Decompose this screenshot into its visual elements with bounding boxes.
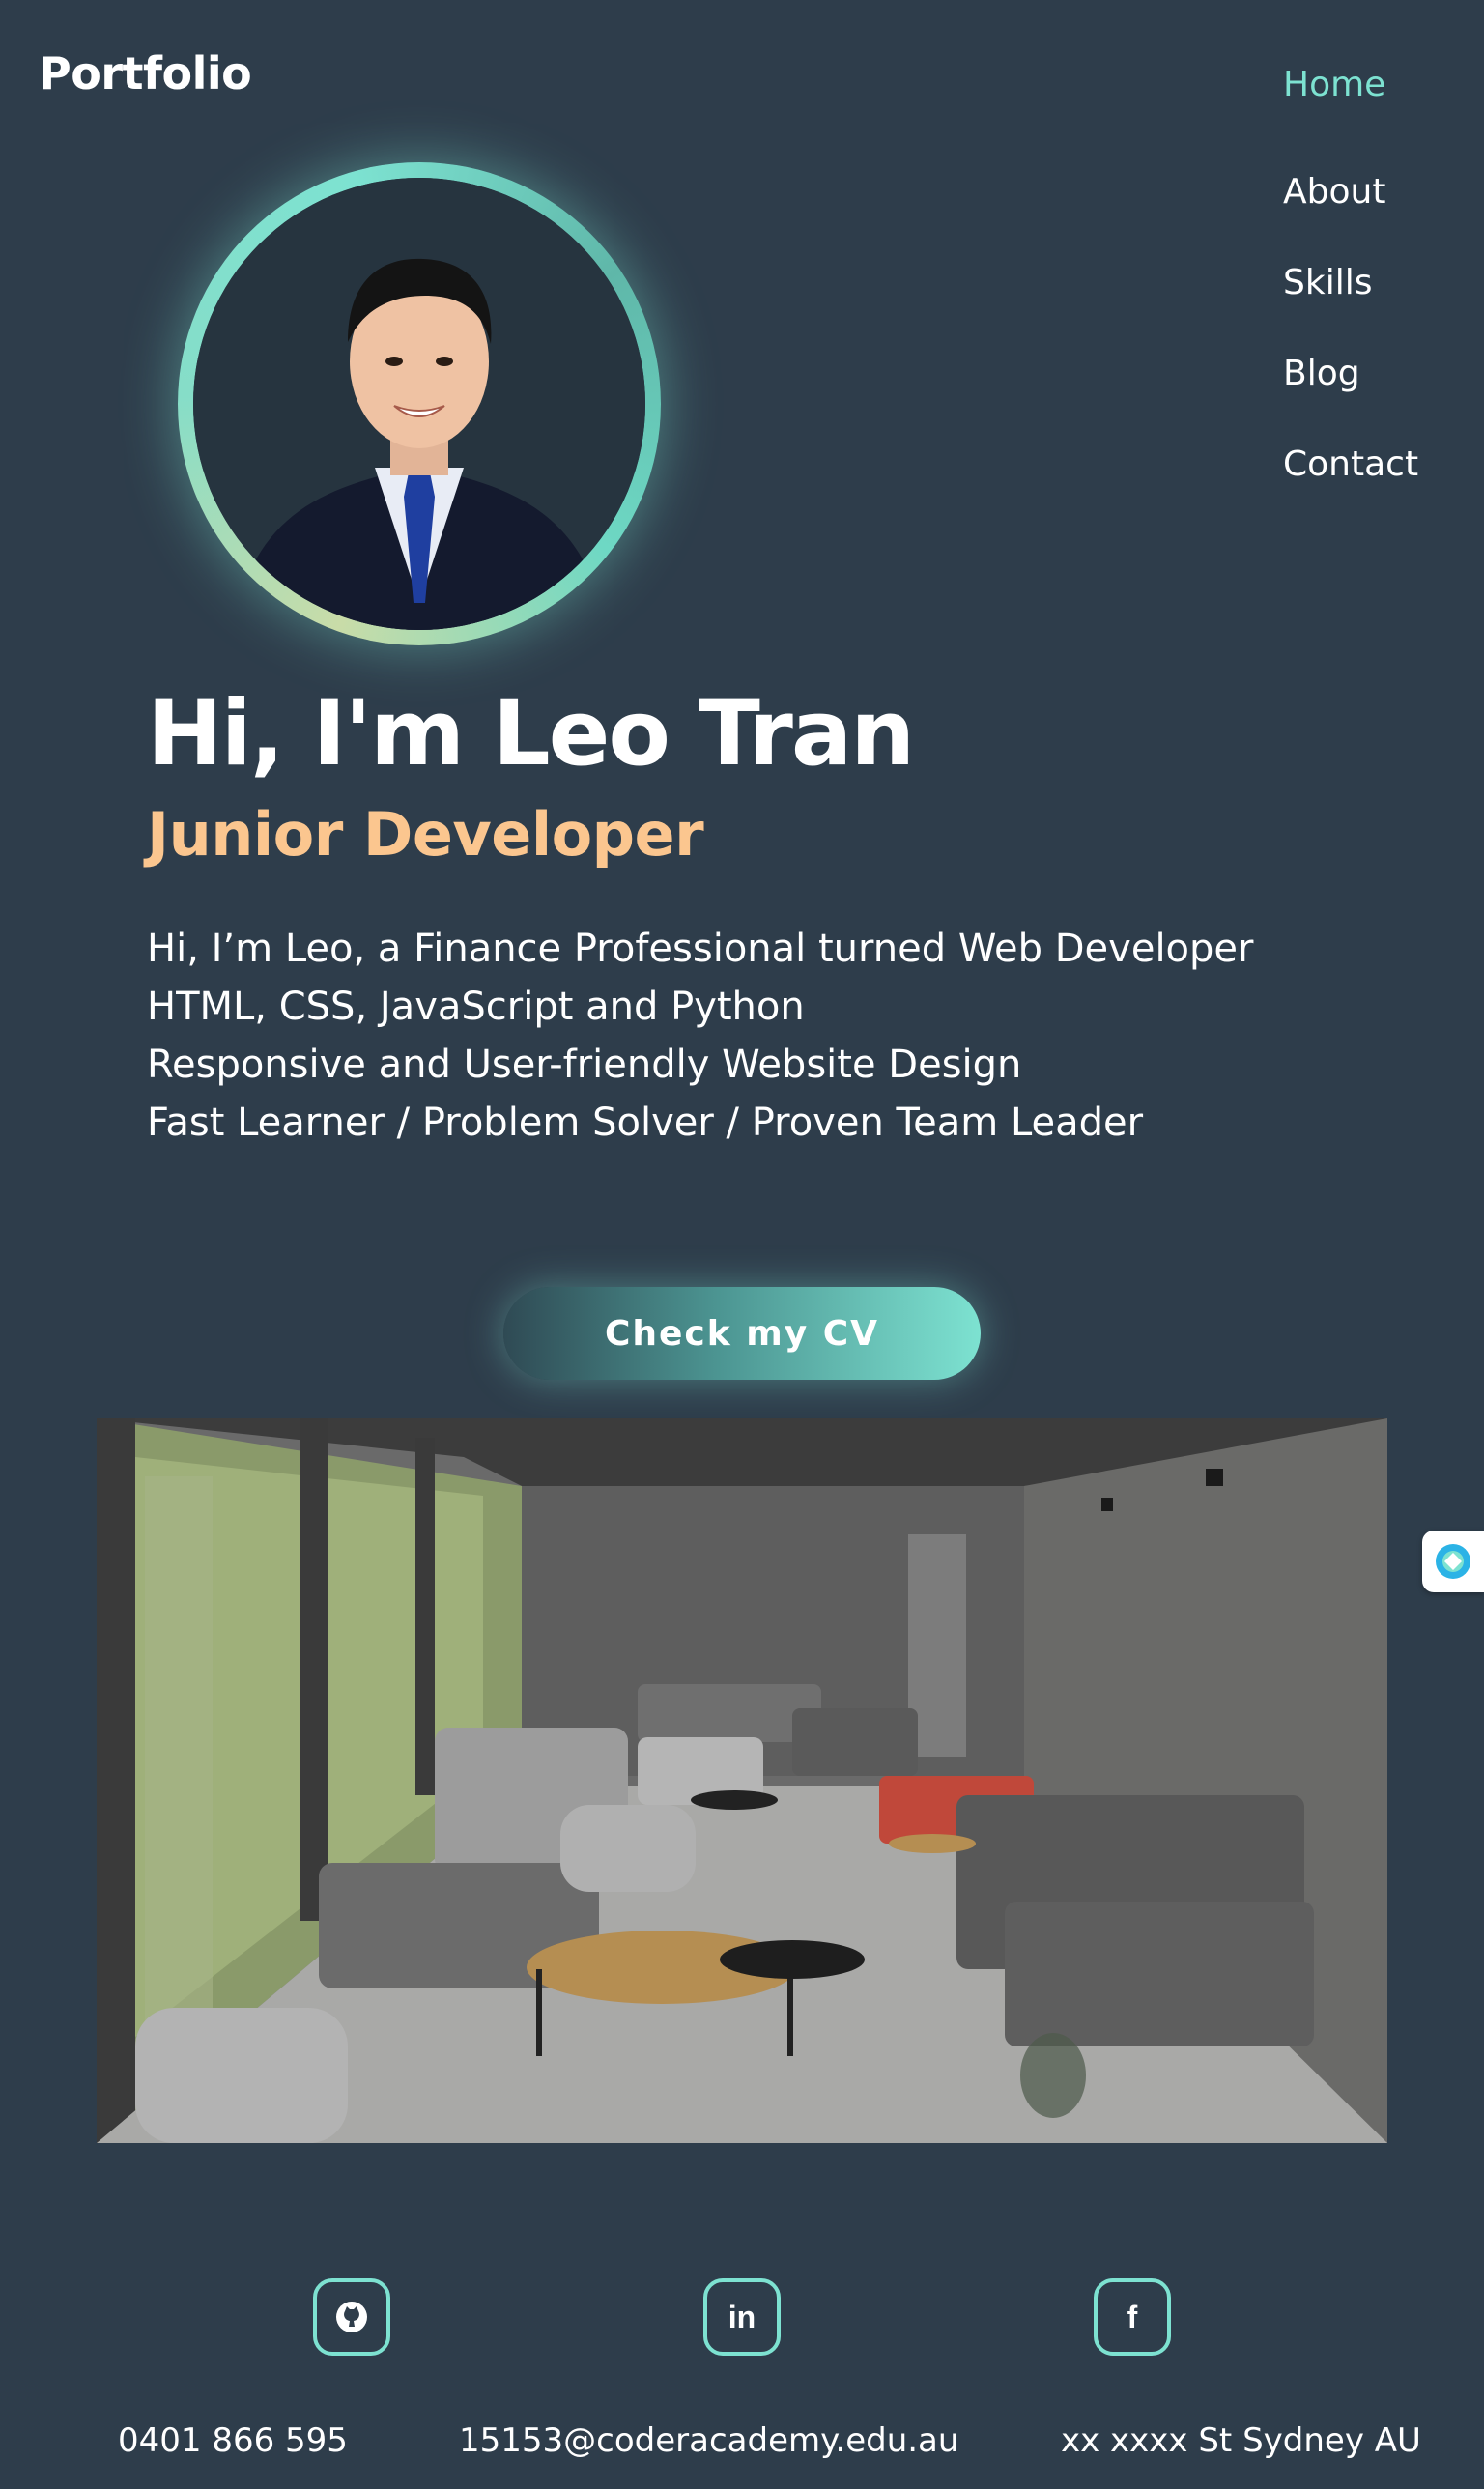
nav-about[interactable]: About (1283, 147, 1418, 238)
facebook-icon: f (1127, 2299, 1138, 2334)
check-cv-button[interactable]: Check my CV (503, 1287, 981, 1380)
facebook-button[interactable]: f (1094, 2278, 1171, 2356)
profile-photo (193, 178, 645, 630)
bio-line: Fast Learner / Problem Solver / Proven T… (147, 1101, 1144, 1145)
linkedin-button[interactable]: in (703, 2278, 781, 2356)
bio-line: Hi, I’m Leo, a Finance Professional turn… (147, 927, 1254, 971)
github-icon (336, 2302, 367, 2332)
bio-line: Responsive and User-friendly Website Des… (147, 1043, 1022, 1087)
profile-photo-ring (178, 162, 661, 645)
hero-greeting: Hi, I'm Leo Tran (147, 681, 915, 787)
site-logo[interactable]: Portfolio (39, 44, 252, 102)
bio-line: HTML, CSS, JavaScript and Python (147, 985, 805, 1029)
nav-blog[interactable]: Blog (1283, 329, 1418, 419)
nav-contact[interactable]: Contact (1283, 419, 1418, 510)
nav-home[interactable]: Home (1283, 56, 1418, 147)
footer-phone: 0401 866 595 (118, 2421, 348, 2460)
hero-bio: Hi, I’m Leo, a Finance Professional turn… (147, 920, 1253, 1152)
assistant-icon (1436, 1544, 1470, 1579)
footer-address: xx xxxx St Sydney AU (1061, 2421, 1421, 2460)
main-nav: Home About Skills Blog Contact (1283, 56, 1418, 510)
nav-skills[interactable]: Skills (1283, 238, 1418, 329)
assistant-widget-button[interactable] (1422, 1531, 1484, 1592)
github-button[interactable] (313, 2278, 390, 2356)
linkedin-icon: in (728, 2299, 756, 2334)
hero-role: Junior Developer (147, 799, 704, 870)
footer-email[interactable]: 15153@coderacademy.edu.au (459, 2416, 958, 2466)
person-portrait (193, 178, 645, 630)
lounge-photo (97, 1418, 1387, 2143)
interior-illustration (97, 1418, 1387, 2143)
